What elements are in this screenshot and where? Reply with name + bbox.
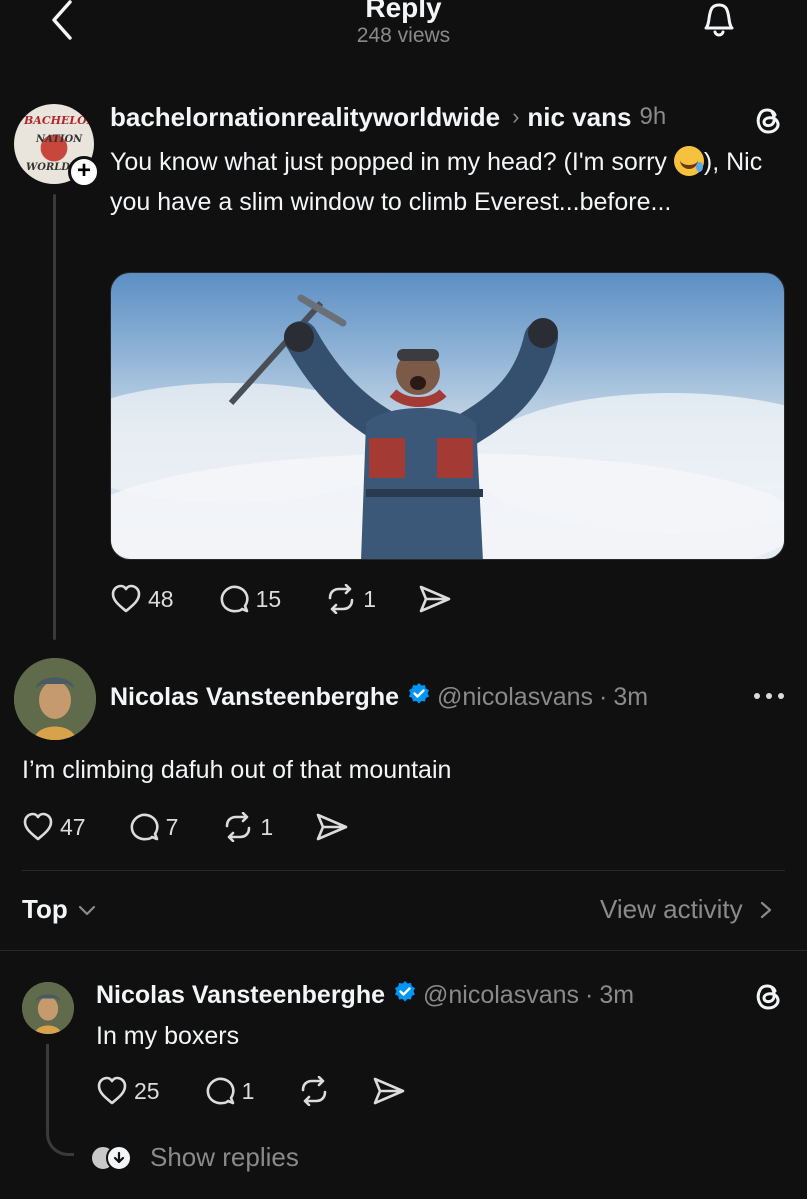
send-icon: [316, 813, 348, 841]
expand-down-icon: [106, 1144, 132, 1171]
verified-badge-icon: [407, 682, 431, 713]
view-activity-label: View activity: [600, 894, 743, 924]
send-icon: [374, 1077, 405, 1105]
username[interactable]: bachelornationrealityworldwide: [110, 102, 500, 133]
send-icon: [419, 585, 451, 613]
comment-icon: [130, 813, 159, 841]
comment-button[interactable]: 15: [218, 584, 282, 614]
comment-count: 7: [165, 813, 179, 840]
display-name[interactable]: Nicolas Vansteenberghe: [110, 683, 399, 712]
sort-dropdown[interactable]: Top: [22, 894, 98, 925]
divider: [22, 870, 785, 871]
reply-to-username[interactable]: nic vans: [527, 102, 631, 133]
chevron-down-icon: [78, 905, 95, 915]
repost-count: 1: [363, 585, 376, 612]
comment-icon: [220, 585, 249, 613]
show-replies-button[interactable]: Show replies: [90, 1142, 299, 1173]
chevron-right-icon: ›: [512, 104, 520, 129]
thread-line: [46, 1044, 74, 1156]
avatar[interactable]: [14, 658, 96, 740]
thread-line: [53, 194, 56, 640]
mountaineer-image: [111, 294, 784, 559]
post-header: bachelornationrealityworldwide › nic van…: [110, 100, 666, 134]
verified-badge-icon: [393, 980, 417, 1011]
threads-logo-icon: [750, 102, 786, 138]
comment-count: 15: [255, 585, 282, 612]
user-handle[interactable]: @nicolasvans: [423, 981, 579, 1010]
dot-separator: ·: [585, 980, 594, 1009]
comment-count: 1: [241, 1077, 255, 1104]
profile-photo: [22, 982, 74, 1034]
like-count: 47: [60, 813, 86, 840]
reply-text: In my boxers: [96, 1022, 240, 1050]
post-header: Nicolas Vansteenberghe @nicolasvans · 3m: [96, 978, 634, 1012]
comment-icon: [206, 1077, 235, 1105]
threads-logo-icon: [750, 978, 786, 1014]
repost-icon: [328, 584, 354, 614]
bell-icon: [704, 3, 734, 37]
like-button[interactable]: 48: [110, 584, 174, 614]
reply-actions: 25 1: [96, 1076, 406, 1106]
heart-icon: [23, 812, 53, 841]
repost-count: 1: [260, 813, 274, 840]
show-replies-label: Show replies: [150, 1142, 299, 1172]
sort-label: Top: [22, 894, 68, 924]
replier-avatars: [90, 1144, 132, 1171]
divider: [0, 950, 807, 951]
post-actions: 48 15 1: [110, 584, 452, 614]
repost-icon: [226, 812, 251, 842]
display-name[interactable]: Nicolas Vansteenberghe: [96, 981, 385, 1010]
comment-button[interactable]: 7: [128, 812, 179, 842]
timestamp: 9h: [639, 103, 667, 130]
like-button[interactable]: 25: [96, 1076, 160, 1106]
like-count: 25: [134, 1077, 160, 1104]
dot-separator: ·: [599, 682, 608, 711]
post-text: You know what just popped in my head? (I…: [110, 146, 763, 216]
more-options-button[interactable]: [752, 684, 786, 708]
heart-icon: [97, 1076, 127, 1105]
repost-button[interactable]: 1: [325, 584, 376, 614]
post-header: Nicolas Vansteenberghe @nicolasvans · 3m: [110, 680, 648, 714]
view-activity-link[interactable]: View activity: [600, 894, 777, 925]
rolling-laughing-emoji-icon: [673, 146, 704, 176]
follow-button[interactable]: +: [68, 156, 100, 188]
user-handle[interactable]: @nicolasvans: [437, 683, 593, 712]
avatar[interactable]: [22, 982, 74, 1034]
chevron-right-icon: [760, 901, 771, 918]
profile-photo: [14, 658, 96, 740]
timestamp: 3m: [613, 682, 649, 711]
like-button[interactable]: 47: [22, 812, 86, 842]
comment-button[interactable]: 1: [204, 1076, 255, 1106]
page-title: Reply: [365, 0, 442, 23]
like-count: 48: [148, 585, 174, 612]
share-button[interactable]: [315, 812, 349, 842]
heart-icon: [111, 584, 141, 613]
notifications-button[interactable]: [696, 0, 742, 40]
share-button[interactable]: [418, 584, 452, 614]
post-image[interactable]: [110, 272, 785, 560]
timestamp: 3m: [599, 980, 635, 1009]
share-button[interactable]: [372, 1076, 406, 1106]
view-count: 248 views: [356, 24, 451, 47]
post-text: I’m climbing dafuh out of that mountain: [22, 756, 452, 784]
more-horizontal-icon: [754, 693, 784, 699]
repost-icon: [302, 1076, 327, 1106]
post-actions: 47 7 1: [22, 812, 349, 842]
repost-button[interactable]: 1: [222, 812, 273, 842]
repost-button[interactable]: [298, 1076, 330, 1106]
